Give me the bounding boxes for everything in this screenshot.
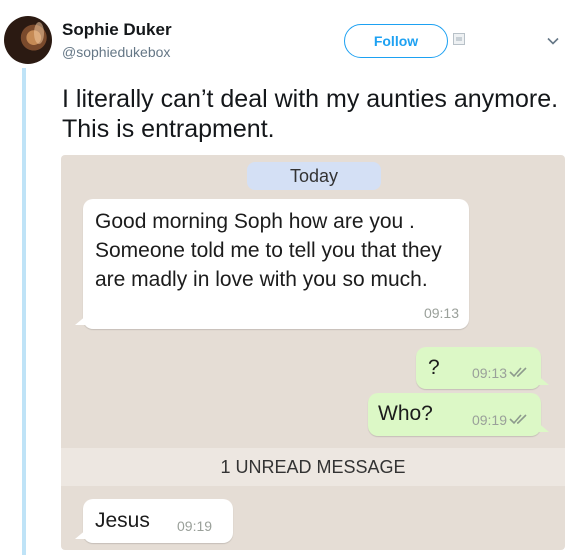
message-bubble-incoming: Jesus 09:19 <box>75 499 233 543</box>
date-pill: Today <box>247 162 381 190</box>
message-bubble-incoming: Good morning Soph how are you . Someone … <box>75 199 469 329</box>
message-time: 09:13 <box>471 365 507 381</box>
message-bubble-outgoing: Who? 09:19 <box>368 393 549 436</box>
message-time: 09:13 <box>423 305 459 321</box>
message-text: Jesus <box>95 509 150 532</box>
double-check-icon <box>509 414 527 425</box>
author-display-name[interactable]: Sophie Duker <box>62 20 172 40</box>
message-time: 09:19 <box>471 412 507 428</box>
unread-divider: 1 UNREAD MESSAGE <box>61 448 565 486</box>
tweet-text: I literally can’t deal with my aunties a… <box>62 85 559 143</box>
broken-image-icon <box>453 33 465 45</box>
chevron-down-icon[interactable] <box>546 34 560 48</box>
chat-screenshot: Today Good morning Soph how are you . So… <box>61 155 565 550</box>
message-text: ? <box>428 356 440 379</box>
double-check-icon <box>509 367 527 378</box>
message-text: Who? <box>378 402 433 425</box>
message-text: Good morning Soph how are you . Someone … <box>95 210 442 291</box>
avatar[interactable] <box>4 16 52 64</box>
thread-line <box>22 68 26 555</box>
follow-button[interactable]: Follow <box>344 24 448 58</box>
message-bubble-outgoing: ? 09:13 <box>416 347 549 389</box>
message-time: 09:19 <box>177 518 213 534</box>
author-handle[interactable]: @sophiedukebox <box>62 44 170 60</box>
